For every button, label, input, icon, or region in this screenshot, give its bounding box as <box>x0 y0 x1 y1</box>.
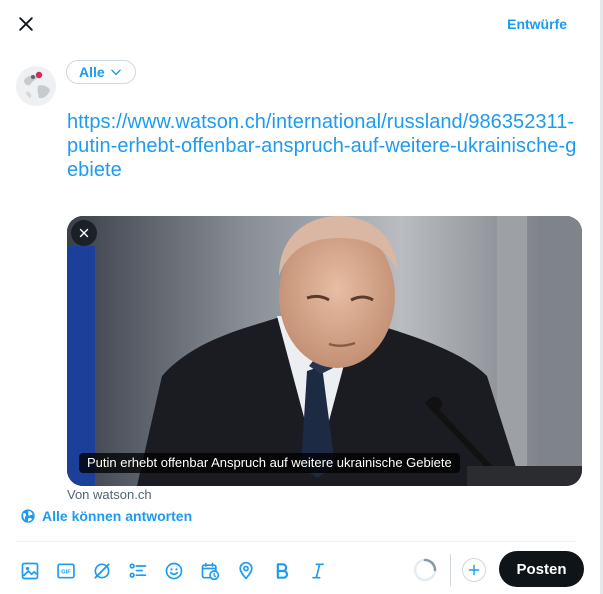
link-preview-card[interactable]: Putin erhebt offenbar Anspruch auf weite… <box>67 216 582 486</box>
grok-button[interactable] <box>84 554 120 588</box>
article-image <box>67 216 582 486</box>
card-caption: Putin erhebt offenbar Anspruch auf weite… <box>79 453 460 473</box>
schedule-icon <box>201 562 220 581</box>
location-button[interactable] <box>228 554 264 588</box>
poll-icon <box>129 563 147 578</box>
reply-settings-button[interactable]: Alle können antworten <box>20 508 192 524</box>
location-icon <box>239 561 253 580</box>
compose-text[interactable]: https://www.watson.ch/international/russ… <box>67 110 577 182</box>
drafts-link[interactable]: Entwürfe <box>507 16 567 32</box>
post-button[interactable]: Posten <box>499 551 584 587</box>
poll-button[interactable] <box>120 554 156 588</box>
globe-icon <box>21 509 35 523</box>
media-button[interactable] <box>12 554 48 588</box>
toolbar-separator <box>450 554 451 586</box>
bold-button[interactable] <box>264 554 300 588</box>
audience-selector[interactable]: Alle <box>66 60 136 84</box>
italic-icon <box>312 563 324 579</box>
chevron-down-icon <box>110 69 121 76</box>
grok-icon <box>94 563 110 579</box>
avatar[interactable] <box>16 66 56 106</box>
add-post-button[interactable] <box>462 558 486 582</box>
gif-button[interactable]: GIF <box>48 554 84 588</box>
remove-card-button[interactable] <box>71 220 97 246</box>
emoji-icon <box>165 562 183 580</box>
close-button[interactable] <box>10 8 42 40</box>
audience-label: Alle <box>79 64 105 80</box>
character-progress-ring <box>413 558 437 582</box>
plus-icon <box>468 564 480 576</box>
compose-toolbar: GIF <box>12 554 336 588</box>
close-icon <box>19 17 33 31</box>
close-icon <box>79 228 89 238</box>
italic-button[interactable] <box>300 554 336 588</box>
emoji-button[interactable] <box>156 554 192 588</box>
bold-icon <box>276 563 288 579</box>
divider <box>16 541 576 542</box>
gif-icon: GIF <box>57 563 75 579</box>
media-icon <box>21 562 39 580</box>
svg-text:GIF: GIF <box>61 570 71 576</box>
schedule-button[interactable] <box>192 554 228 588</box>
compose-dialog: Entwürfe Alle https://www.watson.ch/inte… <box>0 0 600 594</box>
reply-settings-label: Alle können antworten <box>42 508 193 524</box>
globe-avatar-icon <box>17 67 55 105</box>
card-source: Von watson.ch <box>67 487 152 502</box>
